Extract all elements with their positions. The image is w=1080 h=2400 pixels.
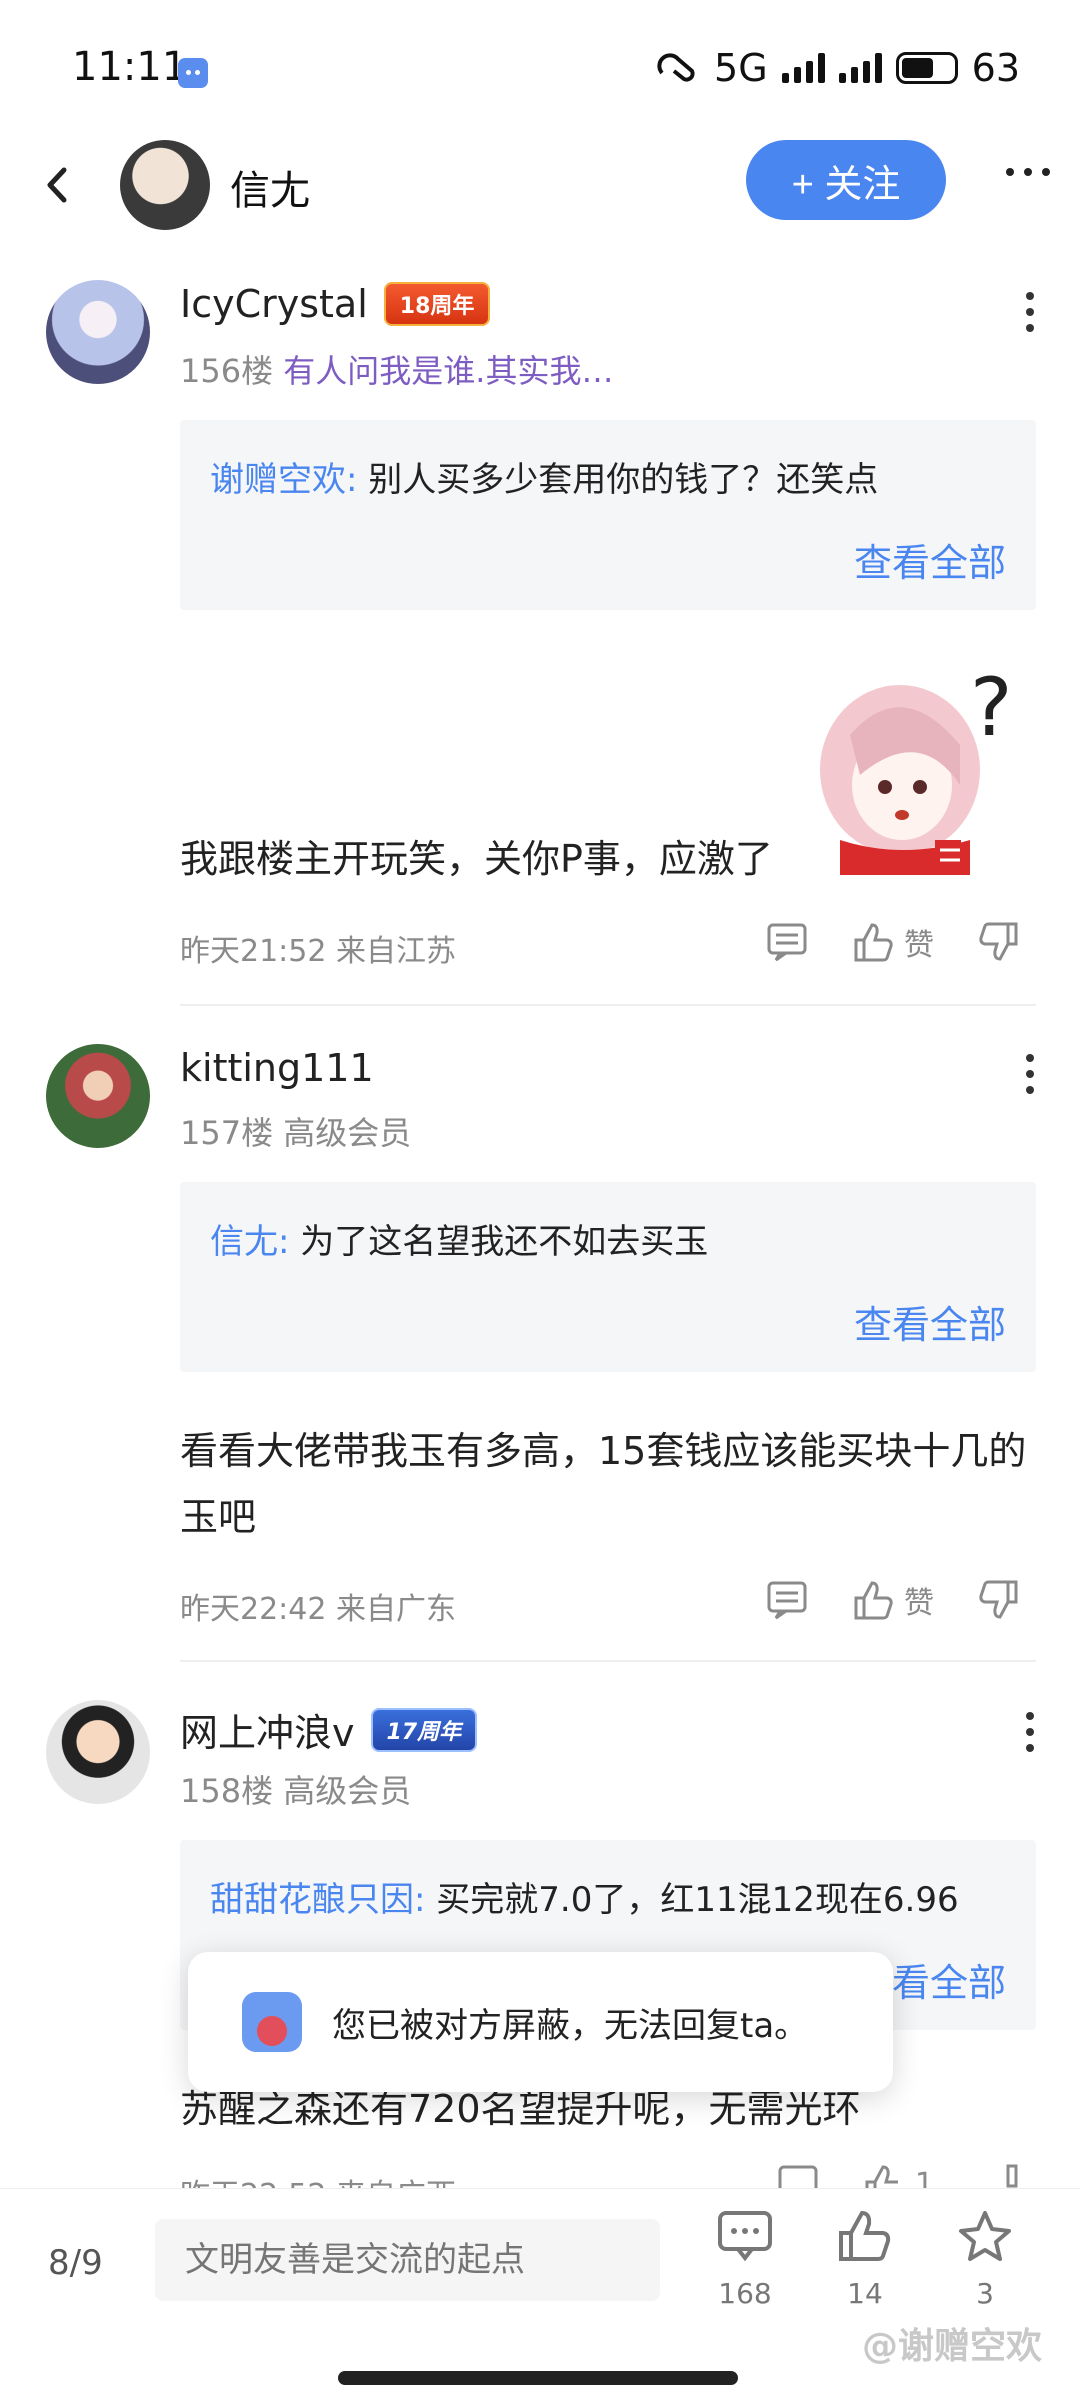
floor-meta: 156楼 有人问我是谁.其实我… xyxy=(180,346,613,392)
home-indicator[interactable] xyxy=(338,2371,738,2385)
divider xyxy=(180,1660,1036,1662)
comment-count: 168 xyxy=(718,2277,772,2310)
reply-content: 我跟楼主开玩笑，关你P事，应激了 xyxy=(180,837,773,881)
favorite-count: 3 xyxy=(976,2277,994,2310)
quote-text: 别人买多少套用你的钱了？还笑点 xyxy=(368,460,879,500)
battery-level: 63 xyxy=(971,46,1020,90)
thumbs-up-icon xyxy=(854,923,893,962)
toast-message: 您已被对方屏蔽，无法回复ta。 xyxy=(332,2005,809,2046)
avatar[interactable] xyxy=(46,1700,150,1804)
floor-number: 156楼 xyxy=(180,352,274,390)
thumbs-down-icon[interactable] xyxy=(978,922,1020,962)
thumbs-down-icon[interactable] xyxy=(978,1580,1020,1620)
bottom-bar: 8/9 168 14 3 @谢赠空欢 xyxy=(0,2188,1080,2400)
back-icon[interactable] xyxy=(32,160,82,210)
status-time: 11:11 xyxy=(72,44,188,90)
app-notification-icon xyxy=(178,58,208,88)
view-all-link[interactable]: 查看全部 xyxy=(854,532,1006,587)
network-type: 5G xyxy=(714,46,768,90)
comment-bubble-icon xyxy=(718,2211,772,2262)
star-icon xyxy=(959,2211,1011,2261)
battery-icon xyxy=(895,52,958,84)
author-avatar[interactable] xyxy=(120,140,210,230)
username[interactable]: 网上冲浪v 17周年 xyxy=(180,1702,478,1757)
quoted-reply-box[interactable]: 谢赠空欢: 别人买多少套用你的钱了？还笑点 查看全部 xyxy=(180,420,1036,610)
anniversary-badge: 17周年 xyxy=(370,1707,478,1752)
watermark: @谢赠空欢 xyxy=(861,2326,1042,2367)
quote-text: 为了这名望我还不如去买玉 xyxy=(300,1222,709,1262)
like-post-button[interactable]: 14 xyxy=(820,2209,910,2310)
follow-button[interactable]: + 关注 xyxy=(746,140,946,220)
avatar[interactable] xyxy=(46,1044,150,1148)
reply-actions: 赞 xyxy=(766,1578,1020,1622)
quoted-reply-box[interactable]: 信尢: 为了这名望我还不如去买玉 查看全部 xyxy=(180,1182,1036,1372)
signature: 有人问我是谁.其实我… xyxy=(283,352,614,390)
time-location: 昨天22:42 来自广东 xyxy=(180,1592,456,1627)
quoted-reply: 信尢: 为了这名望我还不如去买玉 xyxy=(210,1214,708,1263)
comment-icon[interactable] xyxy=(766,922,808,962)
floor-meta: 158楼 高级会员 xyxy=(180,1766,411,1812)
like-label: 赞 xyxy=(904,928,934,963)
comment-icon[interactable] xyxy=(766,1580,808,1620)
header: 信尢 + 关注 xyxy=(0,130,1080,240)
author-name[interactable]: 信尢 xyxy=(230,158,310,216)
quote-text: 买完就7.0了，红11混12现在6.96 xyxy=(436,1880,959,1920)
more-icon[interactable] xyxy=(1006,168,1050,176)
like-button[interactable]: 赞 xyxy=(852,920,934,964)
username[interactable]: IcyCrystal 18周年 xyxy=(180,282,491,326)
svg-text:?: ? xyxy=(970,665,1012,754)
quote-author[interactable]: 信尢: xyxy=(210,1222,289,1262)
status-bar: 11:11 5G 63 xyxy=(0,0,1080,140)
hotspot-icon xyxy=(657,53,695,82)
thumbs-up-icon xyxy=(854,1581,893,1620)
kebab-menu-icon[interactable] xyxy=(1020,292,1040,332)
username-text[interactable]: kitting111 xyxy=(180,1046,374,1090)
anniversary-badge: 18周年 xyxy=(383,282,491,326)
floor-number: 158楼 xyxy=(180,1772,274,1810)
reply-input[interactable] xyxy=(155,2219,660,2301)
page-indicator[interactable]: 8/9 xyxy=(48,2243,103,2283)
view-all-link[interactable]: 查看全部 xyxy=(854,1294,1006,1349)
username-text[interactable]: 网上冲浪v xyxy=(180,1702,355,1757)
divider xyxy=(180,1004,1036,1006)
reply-content: 看看大佬带我玉有多高，15套钱应该能买块十几的玉吧 xyxy=(180,1429,1027,1539)
like-count-total: 14 xyxy=(847,2277,883,2310)
comments-button[interactable]: 168 xyxy=(700,2209,790,2310)
quote-author[interactable]: 甜甜花酿只因: xyxy=(210,1880,425,1920)
view-all-link[interactable]: 看全部 xyxy=(892,1952,1006,2007)
favorite-button[interactable]: 3 xyxy=(940,2209,1030,2310)
quoted-reply: 谢赠空欢: 别人买多少套用你的钱了？还笑点 xyxy=(210,452,878,501)
username[interactable]: kitting111 xyxy=(180,1046,374,1090)
floor-meta: 157楼 高级会员 xyxy=(180,1108,411,1154)
quote-author[interactable]: 谢赠空欢: xyxy=(210,460,357,500)
floor-number: 157楼 xyxy=(180,1114,274,1152)
username-text[interactable]: IcyCrystal xyxy=(180,282,368,326)
signal-icon xyxy=(781,53,825,83)
reply-actions: 赞 xyxy=(766,920,1020,964)
kebab-menu-icon[interactable] xyxy=(1020,1054,1040,1094)
kebab-menu-icon[interactable] xyxy=(1020,1712,1040,1752)
signal-icon-2 xyxy=(838,53,882,83)
like-label: 赞 xyxy=(904,1586,934,1621)
quoted-reply: 甜甜花酿只因: 买完就7.0了，红11混12现在6.96 xyxy=(210,1872,959,1921)
blocked-toast: 您已被对方屏蔽，无法回复ta。 xyxy=(188,1952,893,2092)
app-logo-icon xyxy=(242,1992,302,2052)
member-level: 高级会员 xyxy=(283,1772,412,1810)
status-indicators: 5G 63 xyxy=(656,46,1020,90)
thumbs-up-icon xyxy=(839,2210,891,2261)
time-location: 昨天21:52 来自江苏 xyxy=(180,934,456,969)
like-button[interactable]: 赞 xyxy=(852,1578,934,1622)
member-level: 高级会员 xyxy=(283,1114,412,1152)
avatar[interactable] xyxy=(46,280,150,384)
